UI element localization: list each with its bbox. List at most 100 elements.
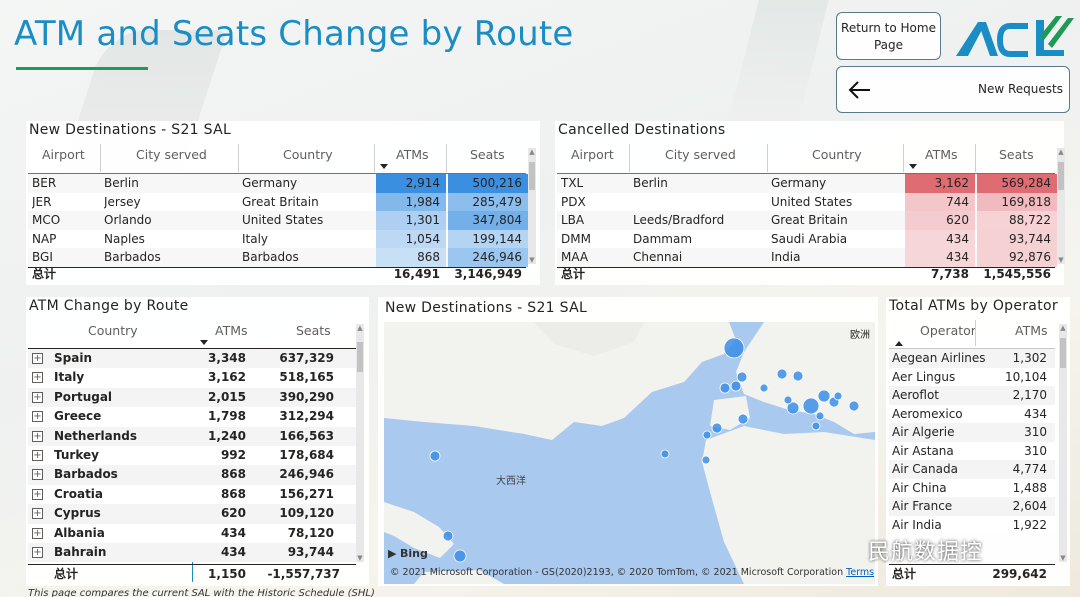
map-destination-point[interactable] — [811, 421, 821, 431]
new_destinations-row[interactable]: MCO Orlando United States 1,301 347,804 — [28, 211, 528, 230]
expand-plus-icon[interactable]: + — [32, 372, 43, 384]
new_destinations-header-4[interactable]: Seats — [470, 147, 505, 162]
expand-plus-icon[interactable]: + — [32, 430, 43, 442]
map-destination-point[interactable] — [702, 430, 712, 440]
map-destination-point[interactable] — [737, 413, 749, 425]
map-destination-point[interactable] — [719, 382, 731, 394]
operators-row[interactable]: Air France 2,604 — [889, 497, 1055, 516]
map-destination-point[interactable] — [759, 383, 769, 393]
expand-plus-icon[interactable]: + — [32, 411, 43, 423]
map-destination-point[interactable] — [776, 368, 788, 380]
expand-plus-icon[interactable]: + — [32, 527, 43, 539]
operators-row[interactable]: Air Algerie 310 — [889, 423, 1055, 442]
map-destination-point[interactable] — [660, 449, 670, 459]
atm-change-row[interactable]: + Portugal 2,015 390,290 — [28, 387, 358, 408]
expand-plus-icon[interactable]: + — [32, 488, 43, 500]
atm-change-row[interactable]: + Croatia 868 156,271 — [28, 484, 358, 505]
atm-change-scroll-up-icon[interactable]: ▲ — [356, 324, 364, 332]
operators-header-atms[interactable]: ATMs — [1015, 323, 1048, 338]
new_destinations-row[interactable]: JER Jersey Great Britain 1,984 285,479 — [28, 192, 528, 211]
atm-change-header-atms[interactable]: ATMs — [215, 323, 248, 338]
cancelled_destinations-row[interactable]: MAA Chennai India 434 92,876 — [557, 248, 1057, 267]
return-home-button[interactable]: Return to Home Page — [836, 12, 941, 60]
cancelled_destinations-row[interactable]: DMM Dammam Saudi Arabia 434 93,744 — [557, 229, 1057, 248]
map-destination-point[interactable] — [736, 371, 748, 383]
map-destination-point[interactable] — [833, 391, 843, 401]
atm-change-row[interactable]: + Turkey 992 178,684 — [28, 446, 358, 466]
map-destination-point[interactable] — [815, 411, 825, 421]
atm-change-scroll-down-icon[interactable]: ▼ — [356, 554, 364, 562]
map-destination-point[interactable] — [802, 397, 820, 415]
cancelled_destinations-scroll-down-icon[interactable]: ▼ — [1057, 256, 1065, 264]
operators-row[interactable]: Air India 1,922 — [889, 515, 1055, 534]
atm-change-scroll-thumb[interactable] — [357, 342, 363, 372]
expand-plus-icon[interactable]: + — [32, 353, 43, 364]
atm-change-row[interactable]: + Barbados 868 246,946 — [28, 465, 358, 485]
map-destination-point[interactable] — [429, 450, 441, 462]
cancelled_destinations-header-4[interactable]: Seats — [999, 147, 1034, 162]
new_destinations-scroll-down-icon[interactable]: ▼ — [528, 256, 536, 264]
map-destination-point[interactable] — [792, 370, 804, 382]
new_destinations-scroll-up-icon[interactable]: ▲ — [528, 148, 536, 156]
operators-sort-asc-icon[interactable] — [895, 341, 903, 346]
new_destinations-row[interactable]: NAP Naples Italy 1,054 199,144 — [28, 229, 528, 248]
expand-plus-icon[interactable]: + — [32, 547, 43, 558]
map-destination-point[interactable] — [817, 389, 831, 403]
new_destinations-header-3[interactable]: ATMs — [396, 147, 429, 162]
operators-row[interactable]: Aer Lingus 10,104 — [889, 367, 1055, 386]
atm-change-row[interactable]: + Bahrain 434 93,744 — [28, 543, 358, 563]
operators-row[interactable]: Air China 1,488 — [889, 478, 1055, 497]
atm-change-row[interactable]: + Italy 3,162 518,165 — [28, 368, 358, 388]
map-destination-point[interactable] — [701, 455, 711, 465]
new_destinations-header-2[interactable]: Country — [283, 147, 333, 162]
new-requests-button[interactable]: New Requests — [836, 66, 1070, 113]
operators-row[interactable]: Air Astana 310 — [889, 441, 1055, 460]
expand-plus-icon[interactable]: + — [32, 508, 43, 520]
atm-change-row[interactable]: + Albania 434 78,120 — [28, 523, 358, 543]
atm-change-scrollbar[interactable]: ▲ ▼ — [356, 324, 364, 562]
cancelled_destinations-header-3[interactable]: ATMs — [925, 147, 958, 162]
new_destinations-header-1[interactable]: City served — [136, 147, 207, 162]
map-destination-point[interactable] — [730, 380, 742, 392]
atm-change-row[interactable]: + Spain 3,348 637,329 — [28, 349, 358, 369]
cancelled_destinations-header-1[interactable]: City served — [665, 147, 736, 162]
new_destinations-row[interactable]: BER Berlin Germany 2,914 500,216 — [28, 174, 528, 193]
atm-change-sort-desc-icon[interactable] — [200, 340, 208, 345]
cancelled_destinations-header-0[interactable]: Airport — [571, 147, 614, 162]
atm-change-header-country[interactable]: Country — [88, 323, 138, 338]
operators-scroll-up-icon[interactable]: ▲ — [1059, 324, 1067, 332]
new_destinations-scrollbar[interactable]: ▲ ▼ — [528, 148, 536, 264]
cancelled_destinations-scroll-thumb[interactable] — [1058, 162, 1064, 190]
operators-row[interactable]: Aeroflot 2,170 — [889, 386, 1055, 405]
route-map[interactable]: 大西洋 欧洲 ▶ Bing © 2021 Microsoft Corporati… — [384, 322, 875, 584]
operators-header-operator[interactable]: Operator — [920, 323, 976, 338]
map-destination-point[interactable] — [711, 422, 723, 434]
operators-scrollbar[interactable]: ▲ ▼ — [1059, 324, 1067, 562]
expand-plus-icon[interactable]: + — [32, 391, 43, 403]
atm-change-row[interactable]: + Greece 1,798 312,294 — [28, 407, 358, 427]
map-destination-point[interactable] — [723, 337, 745, 359]
cancelled_destinations-row[interactable]: TXL Berlin Germany 3,162 569,284 — [557, 174, 1057, 193]
new_destinations-row[interactable]: BGI Barbados Barbados 868 246,946 — [28, 248, 528, 267]
cancelled_destinations-scroll-up-icon[interactable]: ▲ — [1057, 148, 1065, 156]
cancelled_destinations-sort-desc-icon[interactable] — [909, 164, 917, 169]
expand-plus-icon[interactable]: + — [32, 450, 43, 461]
atm-change-header-seats[interactable]: Seats — [296, 323, 331, 338]
operators-row[interactable]: Air Canada 4,774 — [889, 460, 1055, 479]
operators-row[interactable]: Aeromexico 434 — [889, 404, 1055, 423]
map-destination-point[interactable] — [453, 549, 467, 563]
operators-scroll-thumb[interactable] — [1060, 338, 1066, 368]
map-destination-point[interactable] — [783, 395, 793, 405]
atm-change-row[interactable]: + Cyprus 620 109,120 — [28, 504, 358, 524]
cancelled_destinations-row[interactable]: PDX United States 744 169,818 — [557, 192, 1057, 211]
cancelled_destinations-header-2[interactable]: Country — [812, 147, 862, 162]
operators-row[interactable]: Aegean Airlines 1,302 — [889, 349, 1055, 368]
cancelled_destinations-row[interactable]: LBA Leeds/Bradford Great Britain 620 88,722 — [557, 211, 1057, 230]
new_destinations-scroll-thumb[interactable] — [529, 162, 535, 190]
map-destination-point[interactable] — [442, 530, 454, 542]
new_destinations-sort-desc-icon[interactable] — [380, 164, 388, 169]
map-terms-link[interactable]: Terms — [846, 567, 874, 578]
new_destinations-header-0[interactable]: Airport — [42, 147, 85, 162]
cancelled_destinations-scrollbar[interactable]: ▲ ▼ — [1057, 148, 1065, 264]
atm-change-row[interactable]: + Netherlands 1,240 166,563 — [28, 426, 358, 446]
